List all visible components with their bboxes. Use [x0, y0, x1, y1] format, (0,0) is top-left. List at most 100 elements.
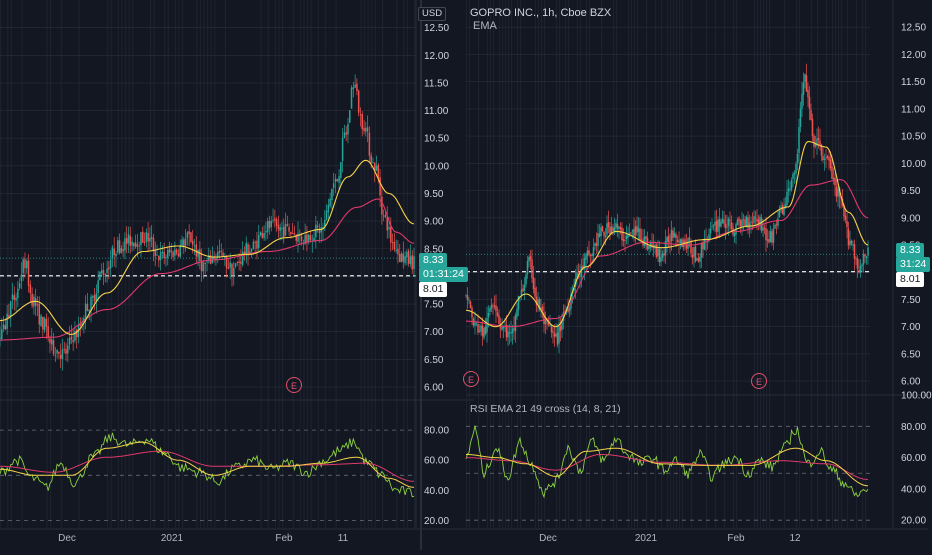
candle-body-0-195	[347, 123, 349, 135]
rsi-indicator-label[interactable]: RSI EMA 21 49 cross (14, 8, 21)	[470, 403, 621, 415]
candle-body-0-32	[56, 349, 58, 354]
candle-body-1-219	[793, 172, 796, 175]
candle-body-1-128	[657, 248, 659, 257]
candle-body-1-138	[672, 230, 674, 238]
session-band-1-120	[646, 0, 648, 528]
candle-body-0-48	[84, 303, 87, 319]
candle-body-0-205	[365, 128, 367, 132]
candle-body-1-12	[483, 328, 485, 338]
session-band-0-100	[178, 0, 180, 528]
candle-body-0-163	[290, 231, 292, 234]
candle-body-0-35	[61, 349, 64, 359]
candle-body-1-152	[693, 247, 695, 257]
candle-body-0-77	[136, 244, 139, 247]
candle-body-1-258	[852, 244, 854, 246]
session-band-1-126	[655, 0, 657, 528]
candle-body-1-91	[601, 226, 604, 231]
candle-body-0-146	[259, 231, 262, 236]
candle-body-1-153	[694, 246, 697, 262]
session-band-1-266	[865, 0, 867, 528]
candle-body-0-149	[265, 231, 267, 233]
candle-body-1-240	[825, 157, 827, 159]
candle-body-0-226	[402, 253, 405, 262]
candle-body-1-140	[675, 234, 677, 239]
candle-body-1-90	[600, 227, 602, 237]
session-band-0-26	[46, 0, 48, 528]
session-band-0-102	[182, 0, 184, 528]
price-axis-label-1-3: 11.50	[901, 77, 926, 88]
candle-body-0-25	[43, 318, 46, 331]
candle-body-1-100	[615, 223, 617, 228]
candle-body-0-11	[18, 283, 21, 288]
candle-body-0-93	[165, 257, 167, 258]
candle-body-1-87	[595, 243, 598, 246]
session-band-0-158	[281, 0, 284, 528]
candle-body-1-29	[508, 332, 511, 334]
candle-body-1-198	[762, 227, 764, 231]
candle-body-1-24	[501, 327, 503, 331]
rsi-axis-label-0-2: 40.00	[424, 486, 449, 497]
session-band-0-210	[374, 0, 376, 528]
candle-body-0-114	[202, 262, 205, 272]
candle-body-1-107	[625, 236, 628, 239]
right-earnings-icon-2[interactable]: E	[751, 373, 767, 389]
candle-body-1-22	[498, 315, 500, 324]
right-earnings-icon-1[interactable]: E	[463, 371, 479, 387]
candle-body-0-194	[345, 132, 347, 135]
price-axis-label-0-1: 12.50	[424, 23, 449, 34]
candle-body-0-228	[406, 252, 408, 258]
candle-body-1-182	[738, 218, 740, 222]
ema-indicator-label[interactable]: EMA	[473, 20, 497, 32]
date-axis-label-0-3: 11	[338, 533, 349, 544]
candle-body-0-58	[102, 269, 105, 276]
candle-body-1-184	[741, 219, 743, 227]
candle-body-1-253	[844, 215, 847, 221]
session-band-0-214	[381, 0, 384, 528]
candle-body-0-134	[238, 261, 240, 263]
candle-body-0-150	[266, 221, 269, 233]
session-band-0-4	[7, 0, 9, 528]
candle-body-0-206	[366, 127, 369, 132]
price-axis-label-0-4: 11.00	[424, 106, 449, 117]
candle-body-0-221	[393, 241, 396, 250]
price-axis-label-0-3: 11.50	[424, 78, 449, 89]
candle-body-1-34	[516, 309, 518, 317]
candle-body-1-39	[523, 284, 526, 291]
candle-body-0-161	[286, 224, 289, 226]
candle-body-1-95	[607, 222, 610, 228]
left-earnings-icon[interactable]: E	[286, 377, 302, 393]
price-axis-label-1-13: 6.50	[901, 349, 921, 360]
session-band-1-14	[487, 0, 489, 528]
candle-body-0-65	[115, 253, 117, 257]
candle-body-0-102	[181, 239, 183, 246]
candle-body-1-144	[681, 239, 683, 248]
candle-body-0-75	[133, 242, 135, 247]
candle-body-1-8	[477, 324, 479, 333]
candle-body-1-86	[594, 243, 596, 247]
candle-body-0-173	[307, 234, 310, 242]
candle-body-0-217	[386, 217, 388, 231]
candle-body-1-28	[507, 331, 509, 338]
candle-body-0-109	[193, 245, 196, 247]
price-axis-label-1-11: 7.50	[901, 295, 921, 306]
candle-body-0-95	[168, 248, 171, 253]
candle-body-1-267	[865, 256, 868, 259]
candle-body-1-105	[622, 239, 625, 242]
candle-body-1-56	[549, 325, 551, 326]
candle-body-1-156	[699, 256, 701, 262]
candle-body-1-98	[612, 227, 614, 232]
left-countdown-badge: 01:31:24	[419, 267, 468, 282]
session-band-1-68	[568, 0, 570, 528]
candle-body-0-147	[261, 233, 264, 238]
candle-body-1-2	[468, 300, 470, 302]
candle-body-1-20	[495, 305, 497, 312]
candle-body-0-36	[63, 348, 65, 350]
session-band-1-108	[628, 0, 630, 528]
candle-body-1-38	[522, 288, 524, 292]
left-currency-badge[interactable]: USD	[418, 7, 447, 21]
candle-body-0-174	[309, 235, 312, 241]
price-axis-label-1-2: 12.00	[901, 50, 926, 61]
candle-body-1-208	[777, 218, 779, 226]
candle-body-1-223	[799, 108, 802, 128]
candle-body-1-150	[690, 240, 692, 254]
